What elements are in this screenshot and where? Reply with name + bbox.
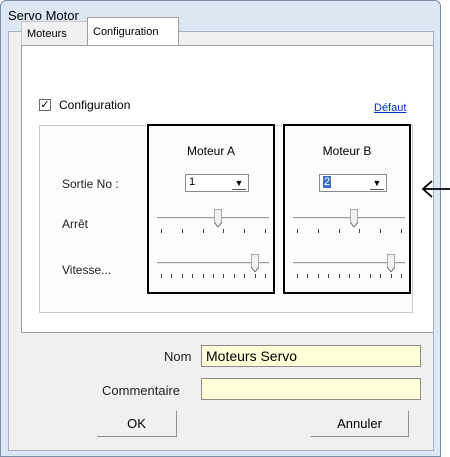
- motor-b-sortie-value: 2: [323, 176, 332, 188]
- slider-tick: [213, 274, 214, 278]
- sortie-label: Sortie No :: [62, 177, 119, 191]
- slider-tick: [328, 274, 329, 278]
- slider-tick: [244, 229, 245, 233]
- commentaire-label: Commentaire: [102, 383, 181, 398]
- slider-tick: [234, 274, 235, 278]
- slider-tick: [244, 274, 245, 278]
- slider-tick: [203, 274, 204, 278]
- chevron-down-icon[interactable]: ▼: [370, 176, 384, 190]
- slider-tick: [339, 229, 340, 233]
- slider-thumb-icon[interactable]: [387, 254, 395, 272]
- slider-tick: [380, 229, 381, 233]
- slider-tick: [401, 274, 402, 278]
- slider-tick: [318, 274, 319, 278]
- servo-motor-dialog: Servo Motor Moteurs Configuration ✓ Conf…: [0, 0, 450, 457]
- slider-tick: [349, 274, 350, 278]
- motor-a-vitesse-slider[interactable]: [157, 251, 269, 281]
- slider-tick: [297, 229, 298, 233]
- commentaire-input[interactable]: [201, 378, 421, 400]
- annotation-arrow-icon: [421, 179, 450, 202]
- slider-tick: [401, 229, 402, 233]
- slider-tick: [171, 274, 172, 278]
- configuration-checkbox-label: Configuration: [59, 98, 131, 112]
- motor-a-title: Moteur A: [186, 144, 236, 158]
- arret-label: Arrêt: [62, 217, 89, 231]
- slider-tick: [307, 274, 308, 278]
- slider-tick: [223, 229, 224, 233]
- slider-thumb-icon[interactable]: [251, 254, 259, 272]
- vitesse-label: Vitesse...: [62, 263, 112, 277]
- slider-tick: [192, 274, 193, 278]
- motor-b-sortie-combo[interactable]: 2 ▼: [319, 174, 387, 192]
- slider-tick: [161, 274, 162, 278]
- nom-input[interactable]: Moteurs Servo: [201, 345, 421, 367]
- tab-configuration[interactable]: Configuration: [87, 17, 179, 46]
- configuration-checkbox[interactable]: ✓: [39, 99, 51, 111]
- slider-tick: [359, 274, 360, 278]
- slider-tick: [182, 274, 183, 278]
- motor-a-sortie-combo[interactable]: 1 ▼: [185, 174, 249, 192]
- slider-tick: [339, 274, 340, 278]
- slider-tick: [359, 229, 360, 233]
- slider-tick: [391, 274, 392, 278]
- slider-tick: [161, 229, 162, 233]
- slider-tick: [297, 274, 298, 278]
- slider-tick: [265, 229, 266, 233]
- slider-tick: [318, 229, 319, 233]
- motor-b-box: Moteur B 2 ▼: [283, 124, 411, 294]
- slider-tick: [223, 274, 224, 278]
- slider-tick: [255, 274, 256, 278]
- motor-b-vitesse-slider[interactable]: [293, 251, 405, 281]
- motor-b-title: Moteur B: [322, 144, 372, 158]
- nom-label: Nom: [164, 349, 192, 364]
- slider-tick: [182, 229, 183, 233]
- motor-b-arret-slider[interactable]: [293, 206, 405, 236]
- cancel-button[interactable]: Annuler: [311, 411, 409, 437]
- slider-tick: [203, 229, 204, 233]
- slider-thumb-icon[interactable]: [214, 209, 222, 227]
- motor-a-sortie-value: 1: [189, 176, 196, 188]
- configuration-checkbox-row[interactable]: ✓ Configuration: [39, 98, 130, 112]
- motor-a-arret-slider[interactable]: [157, 206, 269, 236]
- ok-button[interactable]: OK: [97, 411, 177, 437]
- slider-tick: [370, 274, 371, 278]
- default-link[interactable]: Défaut: [374, 102, 406, 114]
- slider-thumb-icon[interactable]: [350, 209, 358, 227]
- tab-moteurs[interactable]: Moteurs: [21, 21, 87, 45]
- chevron-down-icon[interactable]: ▼: [232, 176, 246, 190]
- motor-a-box: Moteur A 1 ▼: [147, 124, 275, 294]
- slider-tick: [265, 274, 266, 278]
- slider-tick: [380, 274, 381, 278]
